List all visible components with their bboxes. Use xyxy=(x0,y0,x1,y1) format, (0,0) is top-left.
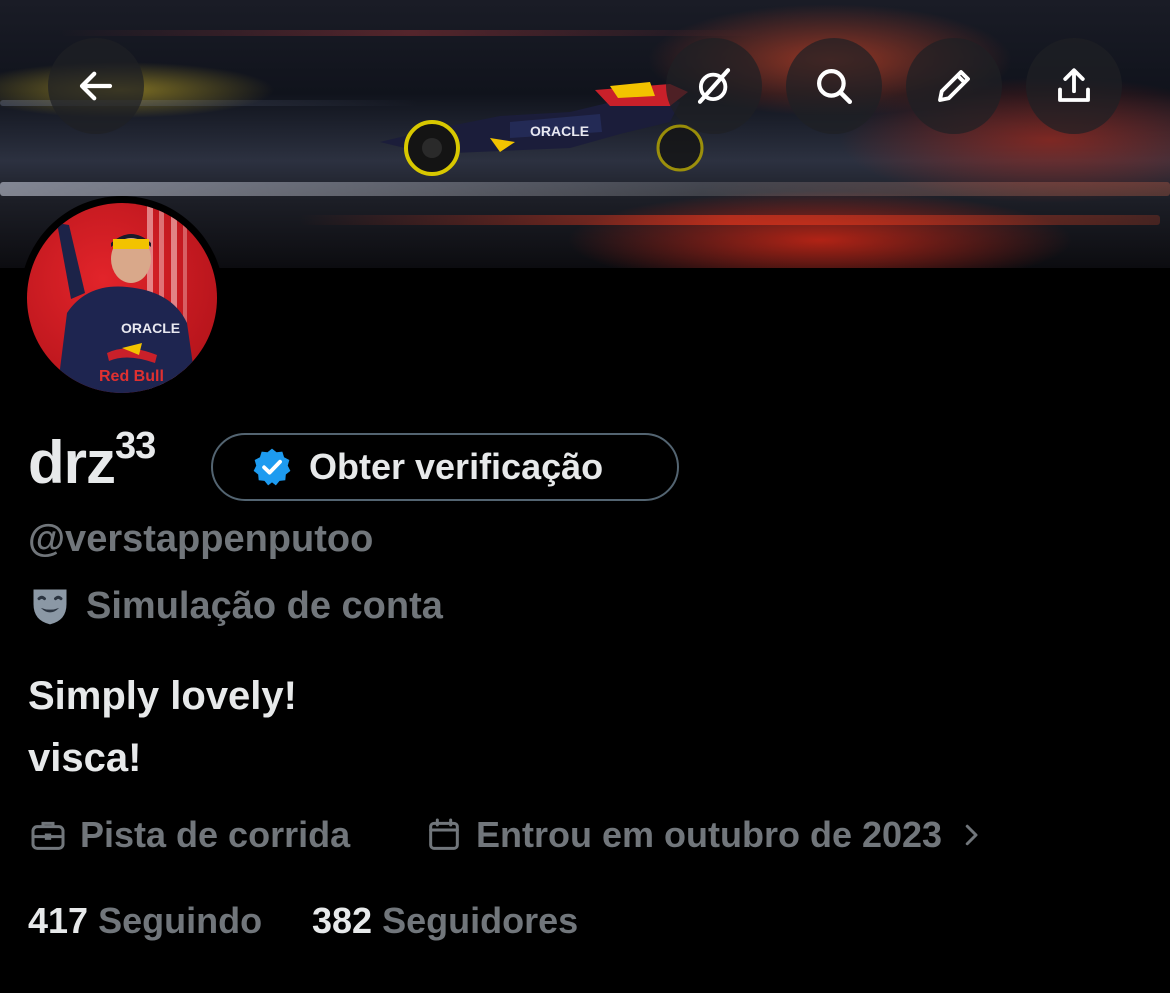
display-name: drz33 xyxy=(28,425,156,497)
avatar[interactable]: ORACLE Red Bull xyxy=(20,196,224,400)
grok-button[interactable] xyxy=(666,38,762,134)
profession-category: Pista de corrida xyxy=(28,814,350,856)
bio-line-2: visca! xyxy=(28,736,142,780)
verified-badge-icon xyxy=(253,448,291,486)
theater-mask-icon xyxy=(33,589,67,625)
briefcase-icon xyxy=(31,821,65,850)
join-date-text: Entrou em outubro de 2023 xyxy=(476,814,943,855)
edit-button[interactable] xyxy=(906,38,1002,134)
svg-text:ORACLE: ORACLE xyxy=(530,123,589,139)
join-date[interactable]: Entrou em outubro de 2023 xyxy=(424,814,986,856)
banner-motion-streak xyxy=(300,215,1160,225)
avatar-driver-illustration: ORACLE Red Bull xyxy=(57,203,197,393)
back-button[interactable] xyxy=(48,38,144,134)
search-button[interactable] xyxy=(786,38,882,134)
avatar-image: ORACLE Red Bull xyxy=(27,203,217,393)
display-name-superscript: 33 xyxy=(115,425,156,467)
pencil-icon xyxy=(938,70,970,102)
followers-count: 382 xyxy=(312,900,373,941)
parody-label-text: Simulação de conta xyxy=(86,584,443,627)
search-icon xyxy=(817,69,853,105)
banner-motion-streak xyxy=(60,30,760,36)
banner-motion-streak xyxy=(0,182,1170,196)
profession-text: Pista de corrida xyxy=(80,814,351,855)
parody-account-label[interactable]: Simulação de conta xyxy=(28,584,443,628)
following-count: 417 xyxy=(28,900,89,941)
svg-text:ORACLE: ORACLE xyxy=(121,320,180,336)
get-verified-label: Obter verificação xyxy=(309,446,604,487)
arrow-left-icon xyxy=(79,71,113,101)
following-label: Seguindo xyxy=(98,900,263,941)
chevron-right-icon xyxy=(965,824,978,846)
display-name-text: drz xyxy=(28,429,116,496)
banner-race-car-image: ORACLE xyxy=(380,82,704,176)
followers-link[interactable]: 382 Seguidores xyxy=(312,900,578,942)
user-handle: @verstappenputoo xyxy=(28,518,374,560)
share-button[interactable] xyxy=(1026,38,1122,134)
svg-text:Red Bull: Red Bull xyxy=(99,368,164,385)
followers-label: Seguidores xyxy=(382,900,579,941)
get-verified-button[interactable]: Obter verificação xyxy=(211,433,679,501)
grok-icon xyxy=(697,68,731,104)
share-upload-icon xyxy=(1058,68,1090,102)
following-link[interactable]: 417 Seguindo xyxy=(28,900,262,942)
calendar-icon xyxy=(429,818,459,850)
bio-line-1: Simply lovely! xyxy=(28,674,297,718)
